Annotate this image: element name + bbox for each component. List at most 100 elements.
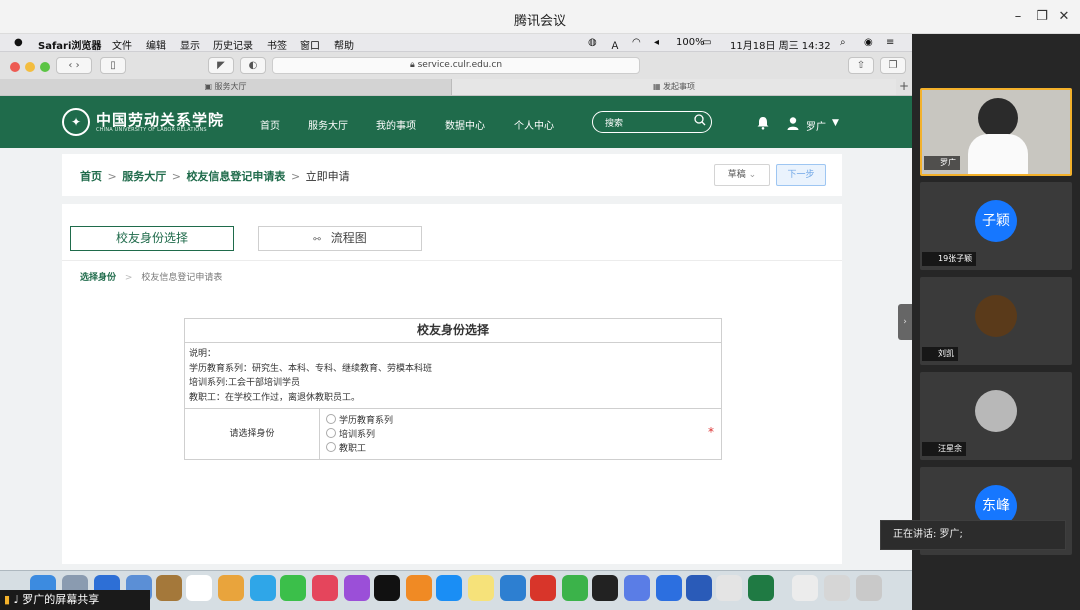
tab-flowchart[interactable]: ⚯ 流程图 — [258, 226, 422, 251]
wechat-icon[interactable] — [562, 575, 588, 601]
app-store-icon[interactable] — [436, 575, 462, 601]
netease-music-icon[interactable] — [530, 575, 556, 601]
control-center-icon[interactable]: ≡ — [886, 37, 894, 48]
stickies-icon[interactable] — [468, 575, 494, 601]
radio-option[interactable]: 学历教育系列 — [326, 413, 393, 426]
calendar-icon[interactable] — [186, 575, 212, 601]
form-description: 说明： 学历教育系列：研究生、本科、专科、继续教育、劳模本科班 培训系列:工会干… — [189, 347, 432, 405]
application-panel: 校友身份选择 ⚯ 流程图 选择身份 > 校友信息登记申请表 校友身份选择 说明： … — [62, 204, 842, 564]
breadcrumb-service-hall[interactable]: 服务大厅 — [122, 170, 166, 183]
radio-button[interactable] — [326, 414, 336, 424]
new-tab-button[interactable]: + — [896, 79, 912, 95]
nav-service-hall[interactable]: 服务大厅 — [308, 117, 348, 132]
qq-icon[interactable] — [592, 575, 618, 601]
volume-icon[interactable]: ◂ — [654, 37, 659, 48]
tencent-meeting-icon[interactable] — [500, 575, 526, 601]
breadcrumb-form[interactable]: 校友信息登记申请表 — [186, 170, 285, 183]
site-header: ✦ 中国劳动关系学院 CHINA UNIVERSITY OF LABOR REL… — [0, 96, 912, 148]
feishu-icon[interactable] — [624, 575, 650, 601]
participant-tile[interactable]: 汪星余 — [920, 372, 1072, 460]
caret-down-icon[interactable]: ▼ — [832, 118, 839, 128]
user-name[interactable]: 罗广 — [806, 118, 826, 133]
wifi-icon[interactable]: ◠ — [632, 37, 641, 48]
document-icon[interactable] — [792, 575, 818, 601]
participant-tile[interactable]: 刘凯 — [920, 277, 1072, 365]
browser-tab-service-hall[interactable]: ▣ 服务大厅 — [0, 79, 452, 95]
avatar: 子颖 — [975, 200, 1017, 242]
minimize-icon[interactable]: – — [1010, 9, 1026, 24]
clock[interactable]: 11月18日 周三 14:32 — [730, 37, 831, 52]
radio-option[interactable]: 培训系列 — [326, 427, 375, 440]
browser-tab-start-item[interactable]: ▦ 发起事项 — [452, 79, 896, 95]
menu-file[interactable]: 文件 — [112, 37, 132, 52]
user-icon[interactable] — [786, 116, 800, 130]
siri-icon[interactable]: ◉ — [864, 37, 873, 48]
privacy-icon[interactable]: ◐ — [240, 57, 266, 74]
photos-icon[interactable] — [218, 575, 244, 601]
search-icon[interactable] — [694, 114, 706, 126]
collapse-panel-button[interactable]: › — [898, 304, 912, 340]
step-select-identity[interactable]: 选择身份 — [80, 273, 116, 283]
back-forward-button[interactable]: ‹ › — [56, 57, 92, 74]
flowchart-icon: ⚯ — [313, 235, 321, 245]
sidebar-icon[interactable]: ▯ — [100, 57, 126, 74]
url-text: service.culr.edu.cn — [417, 60, 503, 70]
tab-identity-selection[interactable]: 校友身份选择 — [70, 226, 234, 251]
desc-line: 学历教育系列：研究生、本科、专科、继续教育、劳模本科班 — [189, 363, 433, 374]
participant-tile[interactable]: 罗广 — [920, 88, 1072, 176]
apple-tv-icon[interactable] — [374, 575, 400, 601]
menu-history[interactable]: 历史记录 — [213, 37, 253, 52]
menu-bookmarks[interactable]: 书签 — [267, 37, 287, 52]
extension-icon[interactable]: ◤ — [208, 57, 234, 74]
battery-icon[interactable]: ▭ — [702, 37, 711, 48]
breadcrumb-home[interactable]: 首页 — [80, 170, 102, 183]
menu-window[interactable]: 窗口 — [300, 37, 320, 52]
books-icon[interactable] — [406, 575, 432, 601]
menu-help[interactable]: 帮助 — [334, 37, 354, 52]
radio-option[interactable]: 教职工 — [326, 441, 366, 454]
wechat-tray-icon[interactable]: ◍ — [588, 37, 597, 48]
nav-home[interactable]: 首页 — [260, 117, 280, 132]
excel-icon[interactable] — [748, 575, 774, 601]
school-logo-icon[interactable]: ✦ — [62, 108, 90, 136]
trash-icon[interactable] — [856, 575, 882, 601]
url-bar[interactable]: 🔒︎ service.culr.edu.cn — [272, 57, 640, 74]
dingtalk-icon[interactable] — [656, 575, 682, 601]
notes-book-icon[interactable] — [156, 575, 182, 601]
share-icon[interactable]: ⇧ — [848, 57, 874, 74]
next-step-button[interactable]: 下一步 — [776, 164, 826, 186]
nav-my-items[interactable]: 我的事项 — [376, 117, 416, 132]
window-minimize-dot[interactable] — [25, 62, 35, 72]
window-close-dot[interactable] — [10, 62, 20, 72]
bell-icon[interactable] — [756, 116, 770, 130]
downloads-icon[interactable] — [824, 575, 850, 601]
menu-view[interactable]: 显示 — [180, 37, 200, 52]
participant-video — [978, 98, 1018, 138]
screen-share-label: ▮ ♩ 罗广的屏幕共享 — [0, 590, 150, 610]
nav-personal-center[interactable]: 个人中心 — [514, 117, 554, 132]
input-method-icon[interactable]: Ａ — [610, 37, 620, 52]
desc-line: 教职工：在学校工作过，离退休教职员工。 — [189, 392, 361, 403]
facetime-icon[interactable] — [280, 575, 306, 601]
step-registration-form[interactable]: 校友信息登记申请表 — [141, 273, 222, 283]
participant-tile[interactable]: 子颖 19张子颖 — [920, 182, 1072, 270]
youku-icon[interactable] — [716, 575, 742, 601]
apple-icon[interactable]: ● — [14, 37, 23, 48]
radio-button[interactable] — [326, 428, 336, 438]
music-icon[interactable] — [312, 575, 338, 601]
radio-button[interactable] — [326, 442, 336, 452]
menu-app[interactable]: Safari浏览器 — [38, 37, 101, 52]
menu-edit[interactable]: 编辑 — [146, 37, 166, 52]
tabs-overview-icon[interactable]: ❐ — [880, 57, 906, 74]
restore-icon[interactable]: ❐ — [1034, 9, 1050, 24]
shared-screen: ● Safari浏览器 文件 编辑 显示 历史记录 书签 窗口 帮助 ◍ Ａ ◠… — [0, 34, 912, 610]
close-icon[interactable]: ✕ — [1056, 9, 1072, 24]
window-zoom-dot[interactable] — [40, 62, 50, 72]
podcasts-icon[interactable] — [344, 575, 370, 601]
spotlight-icon[interactable]: ⌕ — [840, 37, 846, 48]
word-icon[interactable] — [686, 575, 712, 601]
messages-icon[interactable] — [250, 575, 276, 601]
school-subtitle: CHINA UNIVERSITY OF LABOR RELATIONS — [96, 127, 207, 133]
draft-dropdown[interactable]: 草稿 ⌄ — [714, 164, 770, 186]
nav-data-center[interactable]: 数据中心 — [445, 117, 485, 132]
